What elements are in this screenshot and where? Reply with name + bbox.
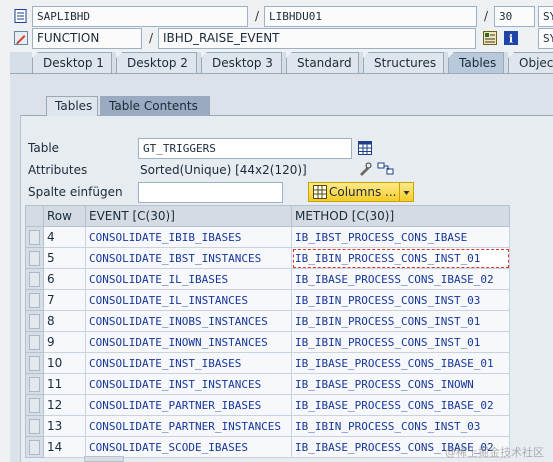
columns-button[interactable]: Columns ... — [308, 182, 414, 202]
watermark: @稀土掘金技术社区 — [445, 446, 544, 459]
method-cell[interactable]: IB_IBASE_PROCESS_CONS_IBASE_02 — [291, 394, 510, 416]
event-cell[interactable]: CONSOLIDATE_INST_INSTANCES — [85, 373, 292, 395]
table-row[interactable]: 10 CONSOLIDATE_INST_IBASES IB_IBASE_PROC… — [25, 352, 510, 374]
col-header-row[interactable]: Row — [43, 205, 86, 227]
event-cell[interactable]: CONSOLIDATE_IBIB_IBASES — [85, 226, 292, 248]
method-cell[interactable]: IB_IBIN_PROCESS_CONS_INST_03 — [291, 289, 510, 311]
method-cell-focused[interactable]: IB_IBIN_PROCESS_CONS_INST_01 — [291, 247, 510, 269]
horizontal-scrollbar[interactable] — [84, 456, 124, 462]
row-selector[interactable] — [25, 289, 44, 311]
row-selector[interactable] — [25, 436, 44, 458]
sy-field-1[interactable]: SY — [538, 6, 553, 27]
insert-column-label: Spalte einfügen — [28, 185, 123, 199]
row-number: 4 — [43, 226, 86, 248]
function-name-field[interactable]: IBHD_RAISE_EVENT — [158, 28, 476, 49]
table-row[interactable]: 14 CONSOLIDATE_SCODE_IBASES IB_IBASE_PRO… — [25, 436, 510, 458]
separator: / — [254, 9, 260, 23]
table-row[interactable]: 13 CONSOLIDATE_PARTNER_INSTANCES IB_IBIN… — [25, 415, 510, 437]
attributes-label: Attributes — [28, 163, 88, 177]
method-cell[interactable]: IB_IBST_PROCESS_CONS_IBASE — [291, 226, 510, 248]
table-label: Table — [28, 141, 60, 155]
row-selector[interactable] — [25, 373, 44, 395]
dropdown-arrow-icon[interactable] — [399, 183, 413, 201]
svg-text:i: i — [509, 33, 513, 46]
table-row[interactable]: 11 CONSOLIDATE_INST_INSTANCES IB_IBASE_P… — [25, 373, 510, 395]
row-number: 7 — [43, 289, 86, 311]
col-header-method[interactable]: METHOD [C(30)] — [291, 205, 510, 227]
row-number: 8 — [43, 310, 86, 332]
tab-desktop-3[interactable]: Desktop 3 — [201, 52, 282, 73]
table-contents-grid: Row EVENT [C(30)] METHOD [C(30)] 4 CONSO… — [25, 205, 510, 458]
row-selector[interactable] — [25, 247, 44, 269]
event-cell[interactable]: CONSOLIDATE_IL_IBASES — [85, 268, 292, 290]
tab-structures[interactable]: Structures — [363, 52, 444, 73]
event-cell[interactable]: CONSOLIDATE_INST_IBASES — [85, 352, 292, 374]
table-row[interactable]: 8 CONSOLIDATE_INOBS_INSTANCES IB_IBIN_PR… — [25, 310, 510, 332]
tab-standard[interactable]: Standard — [286, 52, 359, 73]
method-cell[interactable]: IB_IBIN_PROCESS_CONS_INST_01 — [291, 310, 510, 332]
source-code-icon[interactable] — [483, 31, 497, 45]
table-grid-icon — [313, 185, 327, 204]
pencil-icon — [14, 31, 28, 45]
row-selector[interactable] — [25, 415, 44, 437]
tab-desktop-2[interactable]: Desktop 2 — [116, 52, 197, 73]
table-row[interactable]: 4 CONSOLIDATE_IBIB_IBASES IB_IBST_PROCES… — [25, 226, 510, 248]
columns-button-label: Columns ... — [329, 185, 397, 199]
attributes-value: Sorted(Unique) [44x2(120)] — [140, 163, 307, 177]
method-cell[interactable]: IB_IBIN_PROCESS_CONS_INST_01 — [291, 331, 510, 353]
event-cell[interactable]: CONSOLIDATE_INOWN_INSTANCES — [85, 331, 292, 353]
object-type-field[interactable]: FUNCTION — [32, 28, 142, 49]
row-selector[interactable] — [25, 226, 44, 248]
event-cell[interactable]: CONSOLIDATE_PARTNER_IBASES — [85, 394, 292, 416]
row-selector[interactable] — [25, 352, 44, 374]
method-cell[interactable]: IB_IBIN_PROCESS_CONS_INST_03 — [291, 415, 510, 437]
navigation-icon[interactable] — [377, 162, 395, 176]
row-number: 10 — [43, 352, 86, 374]
table-row[interactable]: 7 CONSOLIDATE_IL_INSTANCES IB_IBIN_PROCE… — [25, 289, 510, 311]
row-number: 6 — [43, 268, 86, 290]
row-number: 12 — [43, 394, 86, 416]
sy-field-2[interactable]: SY — [538, 28, 553, 49]
table-icon[interactable] — [358, 141, 372, 155]
table-row[interactable]: 5 CONSOLIDATE_IBST_INSTANCES IB_IBIN_PRO… — [25, 247, 510, 269]
tab-table-contents[interactable]: Table Contents — [100, 96, 210, 116]
select-all-cell[interactable] — [25, 205, 44, 227]
insert-column-input[interactable] — [138, 182, 283, 203]
separator: / — [148, 31, 154, 45]
col-header-event[interactable]: EVENT [C(30)] — [85, 205, 292, 227]
row-number: 9 — [43, 331, 86, 353]
row-number: 14 — [43, 436, 86, 458]
separator: / — [483, 9, 489, 23]
tab-tables[interactable]: Tables — [448, 52, 504, 73]
method-cell[interactable]: IB_IBASE_PROCESS_CONS_INOWN — [291, 373, 510, 395]
row-selector[interactable] — [25, 331, 44, 353]
event-cell[interactable]: CONSOLIDATE_INOBS_INSTANCES — [85, 310, 292, 332]
event-cell[interactable]: CONSOLIDATE_IL_INSTANCES — [85, 289, 292, 311]
line-field[interactable]: 30 — [494, 6, 535, 27]
method-cell[interactable]: IB_IBASE_PROCESS_CONS_IBASE_01 — [291, 352, 510, 374]
edit-icon[interactable] — [358, 162, 372, 176]
program-field[interactable]: SAPLIBHD — [32, 6, 248, 27]
include-field[interactable]: LIBHDU01 — [264, 6, 477, 27]
row-selector[interactable] — [25, 268, 44, 290]
event-cell[interactable]: CONSOLIDATE_IBST_INSTANCES — [85, 247, 292, 269]
tab-objects[interactable]: Objec — [508, 52, 553, 73]
row-number: 5 — [43, 247, 86, 269]
row-number: 13 — [43, 415, 86, 437]
row-selector[interactable] — [25, 394, 44, 416]
info-icon[interactable]: i — [504, 31, 518, 46]
event-cell[interactable]: CONSOLIDATE_SCODE_IBASES — [85, 436, 292, 458]
table-row[interactable]: 9 CONSOLIDATE_INOWN_INSTANCES IB_IBIN_PR… — [25, 331, 510, 353]
table-row[interactable]: 12 CONSOLIDATE_PARTNER_IBASES IB_IBASE_P… — [25, 394, 510, 416]
row-number: 11 — [43, 373, 86, 395]
table-name-input[interactable]: GT_TRIGGERS — [138, 138, 352, 159]
tab-tables-list[interactable]: Tables — [46, 96, 98, 116]
row-selector[interactable] — [25, 310, 44, 332]
tab-desktop-1[interactable]: Desktop 1 — [32, 52, 112, 73]
event-cell[interactable]: CONSOLIDATE_PARTNER_INSTANCES — [85, 415, 292, 437]
table-row[interactable]: 6 CONSOLIDATE_IL_IBASES IB_IBASE_PROCESS… — [25, 268, 510, 290]
document-icon — [14, 9, 28, 23]
method-cell[interactable]: IB_IBASE_PROCESS_CONS_IBASE_02 — [291, 268, 510, 290]
